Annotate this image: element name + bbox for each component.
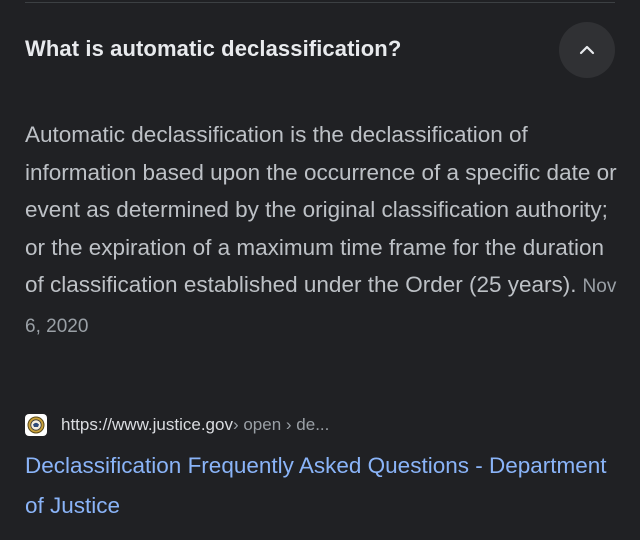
result-title-link[interactable]: Declassification Frequently Asked Questi… bbox=[25, 446, 615, 526]
question-row[interactable]: What is automatic declassification? bbox=[25, 22, 615, 78]
doj-seal-icon bbox=[25, 414, 47, 436]
chevron-up-icon bbox=[579, 45, 595, 55]
source-citation[interactable]: https://www.justice.gov › open › de... bbox=[25, 411, 329, 439]
divider bbox=[25, 2, 615, 3]
source-url[interactable]: https://www.justice.gov bbox=[61, 415, 233, 435]
collapse-button[interactable] bbox=[559, 22, 615, 78]
featured-snippet: What is automatic declassification? Auto… bbox=[0, 0, 640, 540]
answer-text: Automatic declassification is the declas… bbox=[25, 122, 617, 297]
answer-paragraph: Automatic declassification is the declas… bbox=[25, 116, 625, 345]
question-title[interactable]: What is automatic declassification? bbox=[25, 36, 401, 62]
source-path: › open › de... bbox=[232, 415, 330, 434]
